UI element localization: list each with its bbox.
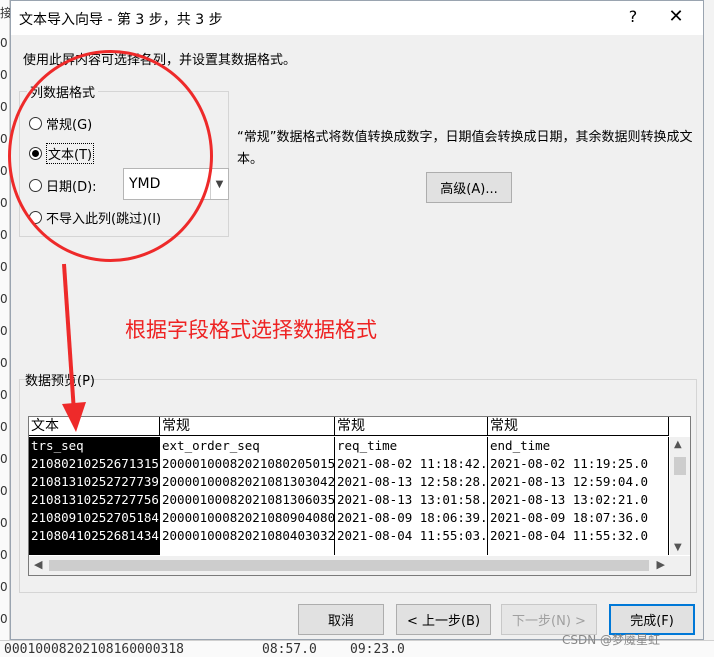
background-row-char: 0 bbox=[0, 260, 8, 274]
preview-cell: 2021-08-13 12:58:28.0 bbox=[337, 474, 488, 489]
preview-label: 数据预览(P) bbox=[25, 374, 95, 389]
background-row-char: 0 bbox=[0, 36, 8, 50]
preview-cell: 20000100082021080403032 bbox=[162, 528, 335, 543]
background-cell: 09:23.0 bbox=[350, 642, 405, 657]
preview-header-row: 文本 常规 常规 常规 bbox=[29, 417, 669, 436]
background-row-char: 0 bbox=[0, 292, 8, 306]
background-row-char: 0 bbox=[0, 196, 8, 210]
preview-cell: 2021-08-02 11:18:42.0 bbox=[337, 456, 488, 471]
background-row-char: 0 bbox=[0, 356, 8, 370]
preview-header-cell[interactable]: 常规 bbox=[335, 417, 488, 436]
preview-cell: 20000100082021080205015 bbox=[162, 456, 335, 471]
background-row-char: 0 bbox=[0, 452, 8, 466]
preview-header-cell[interactable]: 常规 bbox=[488, 417, 669, 436]
background-row-char: 0 bbox=[0, 100, 8, 114]
scroll-up-icon[interactable]: ▲ bbox=[674, 439, 682, 450]
advanced-button[interactable]: 高级(A)... bbox=[426, 172, 512, 203]
preview-cell: end_time bbox=[490, 438, 551, 453]
annotation-text: 根据字段格式选择数据格式 bbox=[125, 318, 377, 342]
preview-cell: 2021-08-04 11:55:32.0 bbox=[490, 528, 649, 543]
preview-cell: 210802102526713156 bbox=[31, 456, 160, 471]
background-cell: 00010008202108160000318 bbox=[4, 642, 185, 657]
watermark: CSDN @梦魇星虹 bbox=[562, 633, 661, 647]
preview-column[interactable]: req_time 2021-08-02 11:18:42.0 2021-08-1… bbox=[335, 437, 488, 555]
preview-cell: req_time bbox=[337, 438, 398, 453]
background-cell: 08:57.0 bbox=[262, 642, 317, 657]
preview-cell: 2021-08-02 11:19:25.0 bbox=[490, 456, 649, 471]
background-row-headers: 接0000000000000000000 bbox=[0, 0, 10, 657]
preview-cell: 20000100082021081306035 bbox=[162, 492, 335, 507]
close-button[interactable]: ✕ bbox=[666, 6, 686, 27]
background-row-char: 0 bbox=[0, 612, 8, 626]
preview-cell: 2021-08-13 13:02:21.0 bbox=[490, 492, 649, 507]
background-row-char: 0 bbox=[0, 484, 8, 498]
preview-cell: 20000100082021080904080 bbox=[162, 510, 335, 525]
preview-cell: 2021-08-04 11:55:03.0 bbox=[337, 528, 488, 543]
preview-cell: 2021-08-09 18:07:36.0 bbox=[490, 510, 649, 525]
background-row-char: 0 bbox=[0, 420, 8, 434]
dialog-title: 文本导入向导 - 第 3 步，共 3 步 bbox=[19, 12, 223, 28]
scroll-thumb[interactable] bbox=[674, 457, 686, 475]
background-row-char: 0 bbox=[0, 388, 8, 402]
preview-horizontal-scrollbar[interactable]: ◀ ▶ bbox=[29, 556, 690, 575]
preview-cell: 2021-08-09 18:06:39.0 bbox=[337, 510, 488, 525]
background-row-char: 0 bbox=[0, 228, 8, 242]
scroll-right-icon[interactable]: ▶ bbox=[657, 558, 665, 571]
preview-body: trs_seq 210802102526713156 2108131025272… bbox=[29, 437, 669, 555]
preview-header-cell[interactable]: 文本 bbox=[29, 417, 160, 436]
preview-cell: 210813102527277395 bbox=[31, 474, 160, 489]
preview-cell: 2021-08-13 13:01:58.0 bbox=[337, 492, 488, 507]
preview-cell: 210813102527277561 bbox=[31, 492, 160, 507]
data-preview[interactable]: 文本 常规 常规 常规 trs_seq 210802102526713156 2… bbox=[28, 416, 691, 576]
scroll-down-icon[interactable]: ▼ bbox=[674, 542, 682, 553]
background-row-char: 0 bbox=[0, 548, 8, 562]
help-button[interactable]: ? bbox=[623, 7, 643, 26]
preview-column[interactable]: ext_order_seq 20000100082021080205015 20… bbox=[160, 437, 335, 555]
preview-header-cell[interactable]: 常规 bbox=[160, 417, 335, 436]
preview-cell: 20000100082021081303042 bbox=[162, 474, 335, 489]
preview-cell: 210809102527051846 bbox=[31, 510, 160, 525]
back-button[interactable]: < 上一步(B) bbox=[396, 604, 491, 635]
format-description: “常规”数据格式将数值转换成数字，日期值会转换成日期，其余数据则转换成文本。 bbox=[237, 130, 693, 167]
preview-cell: 2021-08-13 12:59:04.0 bbox=[490, 474, 649, 489]
scroll-thumb[interactable] bbox=[49, 560, 649, 571]
preview-cell: 210804102526814344 bbox=[31, 528, 160, 543]
background-row-char: 0 bbox=[0, 324, 8, 338]
preview-column-selected[interactable]: trs_seq 210802102526713156 2108131025272… bbox=[29, 437, 160, 555]
chevron-down-icon[interactable]: ▼ bbox=[210, 169, 228, 199]
scroll-left-icon[interactable]: ◀ bbox=[34, 558, 42, 571]
background-row-char: 0 bbox=[0, 68, 8, 82]
title-bar: 文本导入向导 - 第 3 步，共 3 步 ? ✕ bbox=[11, 1, 703, 35]
background-row-char: 0 bbox=[0, 516, 8, 530]
cancel-button[interactable]: 取消 bbox=[298, 604, 384, 635]
preview-vertical-scrollbar[interactable]: ▲ ▼ bbox=[670, 437, 690, 555]
preview-column[interactable]: end_time 2021-08-02 11:19:25.0 2021-08-1… bbox=[488, 437, 669, 555]
background-row-char: 接 bbox=[0, 6, 10, 20]
preview-cell: ext_order_seq bbox=[162, 438, 260, 453]
annotation-circle bbox=[8, 50, 213, 262]
background-row-char: 0 bbox=[0, 580, 8, 594]
preview-cell: trs_seq bbox=[31, 438, 84, 453]
